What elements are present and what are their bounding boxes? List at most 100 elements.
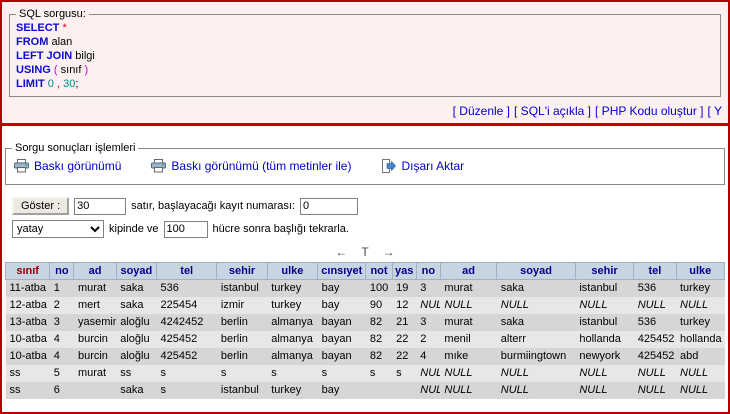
table-cell: 22 (392, 348, 416, 365)
column-header-yas[interactable]: yas (392, 263, 416, 280)
sql-line: SELECT * (16, 21, 714, 35)
table-cell: aloğlu (116, 314, 156, 331)
table-cell: bay (318, 280, 366, 297)
column-header-no[interactable]: no (416, 263, 440, 280)
print-icon (14, 159, 29, 173)
table-cell: murat (74, 365, 116, 382)
table-cell: hollanda (575, 331, 633, 348)
table-cell: NULL (634, 297, 676, 314)
table-cell: turkey (267, 280, 317, 297)
table-cell (74, 382, 116, 399)
table-cell: 10-atba (6, 348, 50, 365)
table-cell: 11-atba (6, 280, 50, 297)
table-row: 10-atba4burcinaloğlu425452berlinalmanyab… (6, 331, 725, 348)
table-cell: 12 (392, 297, 416, 314)
mode-select[interactable]: yatay (12, 220, 104, 238)
column-header-tel[interactable]: tel (157, 263, 217, 280)
table-cell: mert (74, 297, 116, 314)
table-cell: turkey (676, 280, 725, 297)
results-operations-legend: Sorgu sonuçları işlemleri (12, 142, 138, 154)
sql-token: bilgi (72, 50, 95, 62)
table-cell: s (157, 382, 217, 399)
query-action-link[interactable]: [ SQL'i açıkla ] (514, 104, 591, 118)
table-cell: istanbul (217, 280, 267, 297)
table-cell: izmir (217, 297, 267, 314)
query-result-header: SQL sorgusu: SELECT *FROM alanLEFT JOIN … (2, 2, 728, 126)
table-cell: NULL (497, 297, 576, 314)
sql-line: USING ( sınıf ) (16, 63, 714, 77)
column-header-cınsıyet[interactable]: cınsıyet (318, 263, 366, 280)
table-cell: istanbul (575, 280, 633, 297)
rows-count-input[interactable] (74, 198, 126, 215)
table-cell: s (392, 365, 416, 382)
table-cell: 4242452 (157, 314, 217, 331)
operation-link[interactable]: Dışarı Aktar (381, 159, 464, 173)
nav-top-control[interactable]: T (361, 245, 368, 259)
query-action-link[interactable]: [ Y (708, 104, 722, 118)
table-cell: istanbul (217, 382, 267, 399)
nav-left-arrow[interactable]: ← (335, 245, 347, 259)
table-row: ss6 sakasistanbulturkeybay NULLNULLNULLN… (6, 382, 725, 399)
operation-label: Baskı görünümü (tüm metinler ile) (171, 159, 351, 173)
table-cell: NULL (634, 382, 676, 399)
sql-token: 30 (63, 78, 75, 90)
table-cell: 5 (50, 365, 74, 382)
row-count-controls: Göster : satır, başlayacağı kayıt numara… (12, 197, 728, 215)
table-cell: turkey (267, 382, 317, 399)
column-header-ad[interactable]: ad (74, 263, 116, 280)
sql-line: LEFT JOIN bilgi (16, 49, 714, 63)
table-cell: aloğlu (116, 348, 156, 365)
table-cell: 90 (366, 297, 392, 314)
table-cell: 425452 (634, 348, 676, 365)
column-header-ulke[interactable]: ulke (267, 263, 317, 280)
nav-right-arrow[interactable]: → (383, 245, 395, 259)
column-header-soyad[interactable]: soyad (116, 263, 156, 280)
table-cell: bayan (318, 331, 366, 348)
table-cell: almanya (267, 314, 317, 331)
table-cell: 82 (366, 314, 392, 331)
query-action-link[interactable]: [ PHP Kodu oluştur ] (595, 104, 704, 118)
sql-token: USING (16, 64, 51, 76)
column-header-soyad[interactable]: soyad (497, 263, 576, 280)
table-cell: 1 (50, 280, 74, 297)
table-cell: 22 (392, 331, 416, 348)
table-cell: abd (676, 348, 725, 365)
table-cell: newyork (575, 348, 633, 365)
table-cell: ss (6, 365, 50, 382)
table-cell: NULL (440, 297, 496, 314)
column-header-not[interactable]: not (366, 263, 392, 280)
operation-link[interactable]: Baskı görünümü (14, 159, 121, 173)
show-button[interactable]: Göster : (12, 197, 69, 215)
query-action-link[interactable]: [ Düzenle ] (453, 104, 510, 118)
repeat-headers-input[interactable] (164, 221, 208, 238)
table-cell: 19 (392, 280, 416, 297)
table-cell: almanya (267, 348, 317, 365)
column-header-sehir[interactable]: sehir (575, 263, 633, 280)
table-cell: yasemin (74, 314, 116, 331)
display-mode-controls: yatay kipinde ve hücre sonra başlığı tek… (12, 220, 728, 238)
table-cell: saka (116, 297, 156, 314)
table-cell: 425452 (634, 331, 676, 348)
table-cell: saka (497, 314, 576, 331)
table-cell: alterr (497, 331, 576, 348)
column-header-sınıf[interactable]: sınıf (6, 263, 50, 280)
operation-link[interactable]: Baskı görünümü (tüm metinler ile) (151, 159, 351, 173)
table-cell: NULL (634, 365, 676, 382)
table-row: 11-atba1muratsaka536istanbulturkeybay100… (6, 280, 725, 297)
column-header-no[interactable]: no (50, 263, 74, 280)
column-header-tel[interactable]: tel (634, 263, 676, 280)
column-header-sehir[interactable]: sehir (217, 263, 267, 280)
table-cell: NULL (676, 297, 725, 314)
results-table-head-row: sınıfnoadsoyadtelsehirulkecınsıyetnotyas… (6, 263, 725, 280)
results-table: sınıfnoadsoyadtelsehirulkecınsıyetnotyas… (5, 262, 725, 399)
operation-label: Baskı görünümü (34, 159, 121, 173)
sql-token: * (62, 22, 66, 34)
table-cell: NULL (575, 297, 633, 314)
column-header-ulke[interactable]: ulke (676, 263, 725, 280)
table-cell: bay (318, 297, 366, 314)
column-header-ad[interactable]: ad (440, 263, 496, 280)
start-record-input[interactable] (300, 198, 358, 215)
table-row: 10-atba4burcinaloğlu425452berlinalmanyab… (6, 348, 725, 365)
sql-line: LIMIT 0 , 30; (16, 77, 714, 91)
display-controls: Göster : satır, başlayacağı kayıt numara… (12, 197, 728, 238)
